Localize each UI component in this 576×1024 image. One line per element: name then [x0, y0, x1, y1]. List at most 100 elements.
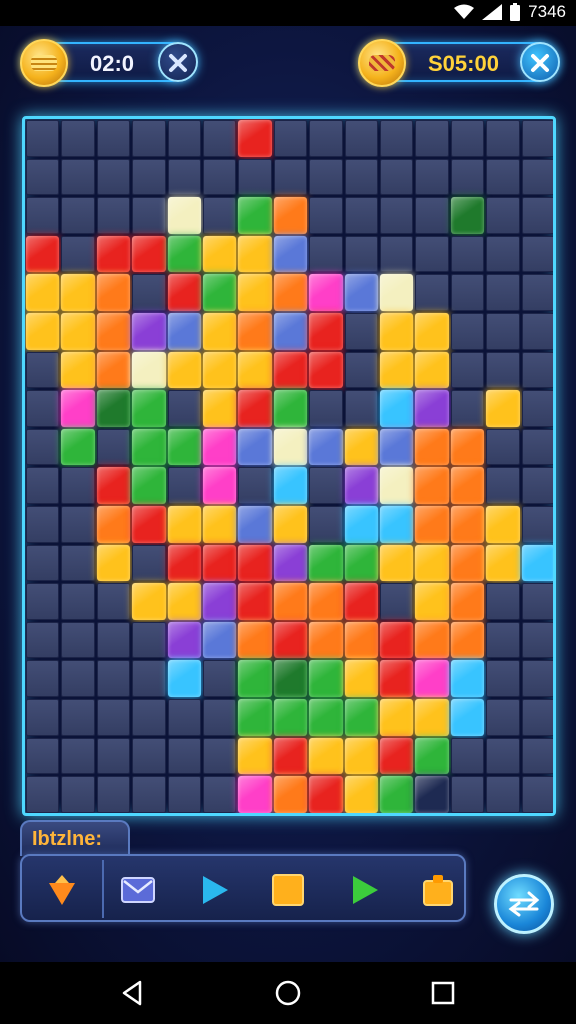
- puzzle-piece[interactable]: [238, 544, 272, 582]
- puzzle-piece[interactable]: [415, 583, 449, 620]
- puzzle-piece[interactable]: [26, 583, 60, 620]
- puzzle-piece[interactable]: [486, 776, 520, 813]
- puzzle-piece[interactable]: [450, 737, 485, 775]
- puzzle-piece[interactable]: [61, 621, 95, 659]
- puzzle-piece[interactable]: [415, 120, 449, 157]
- puzzle-piece[interactable]: [309, 274, 343, 311]
- puzzle-piece[interactable]: [415, 390, 449, 427]
- puzzle-piece[interactable]: [26, 120, 60, 157]
- puzzle-piece[interactable]: [132, 390, 166, 427]
- puzzle-piece[interactable]: [238, 699, 272, 736]
- puzzle-piece[interactable]: [203, 390, 237, 427]
- puzzle-piece[interactable]: [309, 583, 343, 620]
- puzzle-piece[interactable]: [344, 274, 378, 311]
- swap-button[interactable]: [494, 874, 554, 934]
- puzzle-piece[interactable]: [521, 158, 553, 196]
- puzzle-piece[interactable]: [273, 737, 308, 775]
- puzzle-piece[interactable]: [273, 390, 308, 427]
- puzzle-piece[interactable]: [450, 621, 485, 659]
- puzzle-piece[interactable]: [273, 274, 308, 311]
- puzzle-piece[interactable]: [450, 235, 485, 273]
- puzzle-piece[interactable]: [450, 699, 485, 736]
- puzzle-piece[interactable]: [238, 120, 272, 157]
- back-icon[interactable]: [117, 978, 147, 1008]
- puzzle-piece[interactable]: [26, 544, 60, 582]
- puzzle-piece[interactable]: [26, 621, 60, 659]
- puzzle-piece[interactable]: [61, 390, 95, 427]
- puzzle-piece[interactable]: [203, 699, 237, 736]
- puzzle-piece[interactable]: [61, 699, 95, 736]
- puzzle-piece[interactable]: [26, 313, 60, 350]
- puzzle-piece[interactable]: [273, 621, 308, 659]
- puzzle-piece[interactable]: [273, 467, 308, 504]
- puzzle-piece[interactable]: [486, 351, 520, 389]
- puzzle-piece[interactable]: [167, 313, 201, 350]
- puzzle-piece[interactable]: [415, 737, 449, 775]
- puzzle-piece[interactable]: [273, 583, 308, 620]
- puzzle-piece[interactable]: [238, 390, 272, 427]
- puzzle-piece[interactable]: [238, 660, 272, 697]
- puzzle-piece[interactable]: [486, 544, 520, 582]
- puzzle-piece[interactable]: [238, 506, 272, 543]
- puzzle-piece[interactable]: [238, 428, 272, 466]
- puzzle-piece[interactable]: [380, 120, 414, 157]
- puzzle-piece[interactable]: [203, 621, 237, 659]
- puzzle-piece[interactable]: [203, 197, 237, 234]
- puzzle-piece[interactable]: [273, 197, 308, 234]
- puzzle-piece[interactable]: [26, 351, 60, 389]
- puzzle-piece[interactable]: [273, 660, 308, 697]
- puzzle-piece[interactable]: [238, 158, 272, 196]
- puzzle-piece[interactable]: [203, 506, 237, 543]
- puzzle-piece[interactable]: [96, 544, 131, 582]
- puzzle-piece[interactable]: [167, 621, 201, 659]
- puzzle-piece[interactable]: [132, 737, 166, 775]
- puzzle-piece[interactable]: [96, 390, 131, 427]
- puzzle-piece[interactable]: [132, 158, 166, 196]
- puzzle-piece[interactable]: [521, 621, 553, 659]
- puzzle-piece[interactable]: [273, 120, 308, 157]
- puzzle-piece[interactable]: [96, 235, 131, 273]
- puzzle-piece[interactable]: [167, 120, 201, 157]
- puzzle-piece[interactable]: [344, 699, 378, 736]
- puzzle-piece[interactable]: [521, 544, 553, 582]
- puzzle-piece[interactable]: [273, 351, 308, 389]
- puzzle-piece[interactable]: [132, 660, 166, 697]
- puzzle-piece[interactable]: [26, 737, 60, 775]
- puzzle-piece[interactable]: [26, 274, 60, 311]
- puzzle-piece[interactable]: [521, 467, 553, 504]
- tool-drop-button[interactable]: [40, 868, 84, 912]
- puzzle-piece[interactable]: [238, 737, 272, 775]
- puzzle-piece[interactable]: [380, 390, 414, 427]
- puzzle-piece[interactable]: [380, 274, 414, 311]
- puzzle-piece[interactable]: [344, 351, 378, 389]
- puzzle-piece[interactable]: [380, 583, 414, 620]
- puzzle-piece[interactable]: [344, 583, 378, 620]
- puzzle-piece[interactable]: [521, 583, 553, 620]
- recents-icon[interactable]: [428, 978, 458, 1008]
- puzzle-piece[interactable]: [61, 274, 95, 311]
- puzzle-piece[interactable]: [132, 120, 166, 157]
- puzzle-piece[interactable]: [203, 467, 237, 504]
- puzzle-piece[interactable]: [167, 274, 201, 311]
- puzzle-piece[interactable]: [167, 660, 201, 697]
- puzzle-piece[interactable]: [309, 197, 343, 234]
- puzzle-piece[interactable]: [450, 313, 485, 350]
- puzzle-piece[interactable]: [26, 197, 60, 234]
- puzzle-piece[interactable]: [450, 583, 485, 620]
- puzzle-piece[interactable]: [380, 544, 414, 582]
- puzzle-piece[interactable]: [415, 351, 449, 389]
- puzzle-piece[interactable]: [203, 428, 237, 466]
- puzzle-piece[interactable]: [450, 158, 485, 196]
- puzzle-piece[interactable]: [380, 351, 414, 389]
- puzzle-piece[interactable]: [521, 776, 553, 813]
- puzzle-piece[interactable]: [450, 390, 485, 427]
- puzzle-piece[interactable]: [344, 660, 378, 697]
- puzzle-piece[interactable]: [238, 621, 272, 659]
- puzzle-piece[interactable]: [61, 506, 95, 543]
- puzzle-piece[interactable]: [415, 506, 449, 543]
- puzzle-piece[interactable]: [309, 120, 343, 157]
- puzzle-piece[interactable]: [380, 660, 414, 697]
- puzzle-piece[interactable]: [521, 390, 553, 427]
- puzzle-piece[interactable]: [238, 197, 272, 234]
- puzzle-piece[interactable]: [415, 274, 449, 311]
